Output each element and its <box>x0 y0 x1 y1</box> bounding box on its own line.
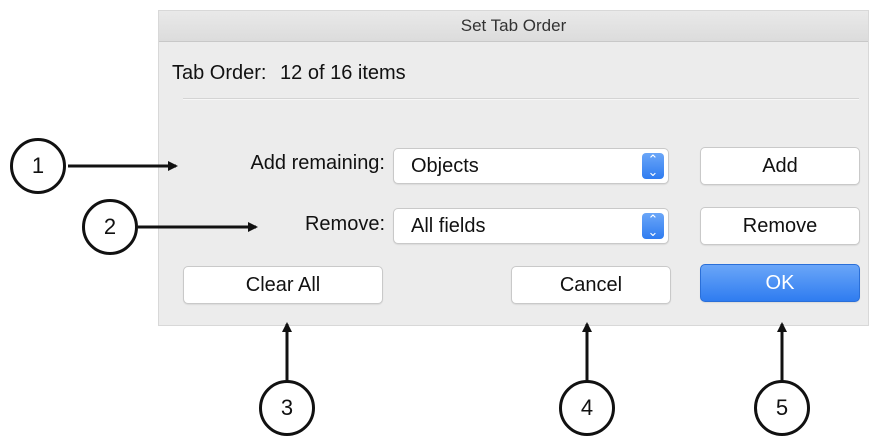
callout-3: 3 <box>259 380 315 436</box>
stage: Set Tab Order Tab Order: 12 of 16 items … <box>0 0 873 440</box>
callout-1: 1 <box>10 138 66 194</box>
callout-4: 4 <box>559 380 615 436</box>
callout-5: 5 <box>754 380 810 436</box>
callout-2: 2 <box>82 199 138 255</box>
